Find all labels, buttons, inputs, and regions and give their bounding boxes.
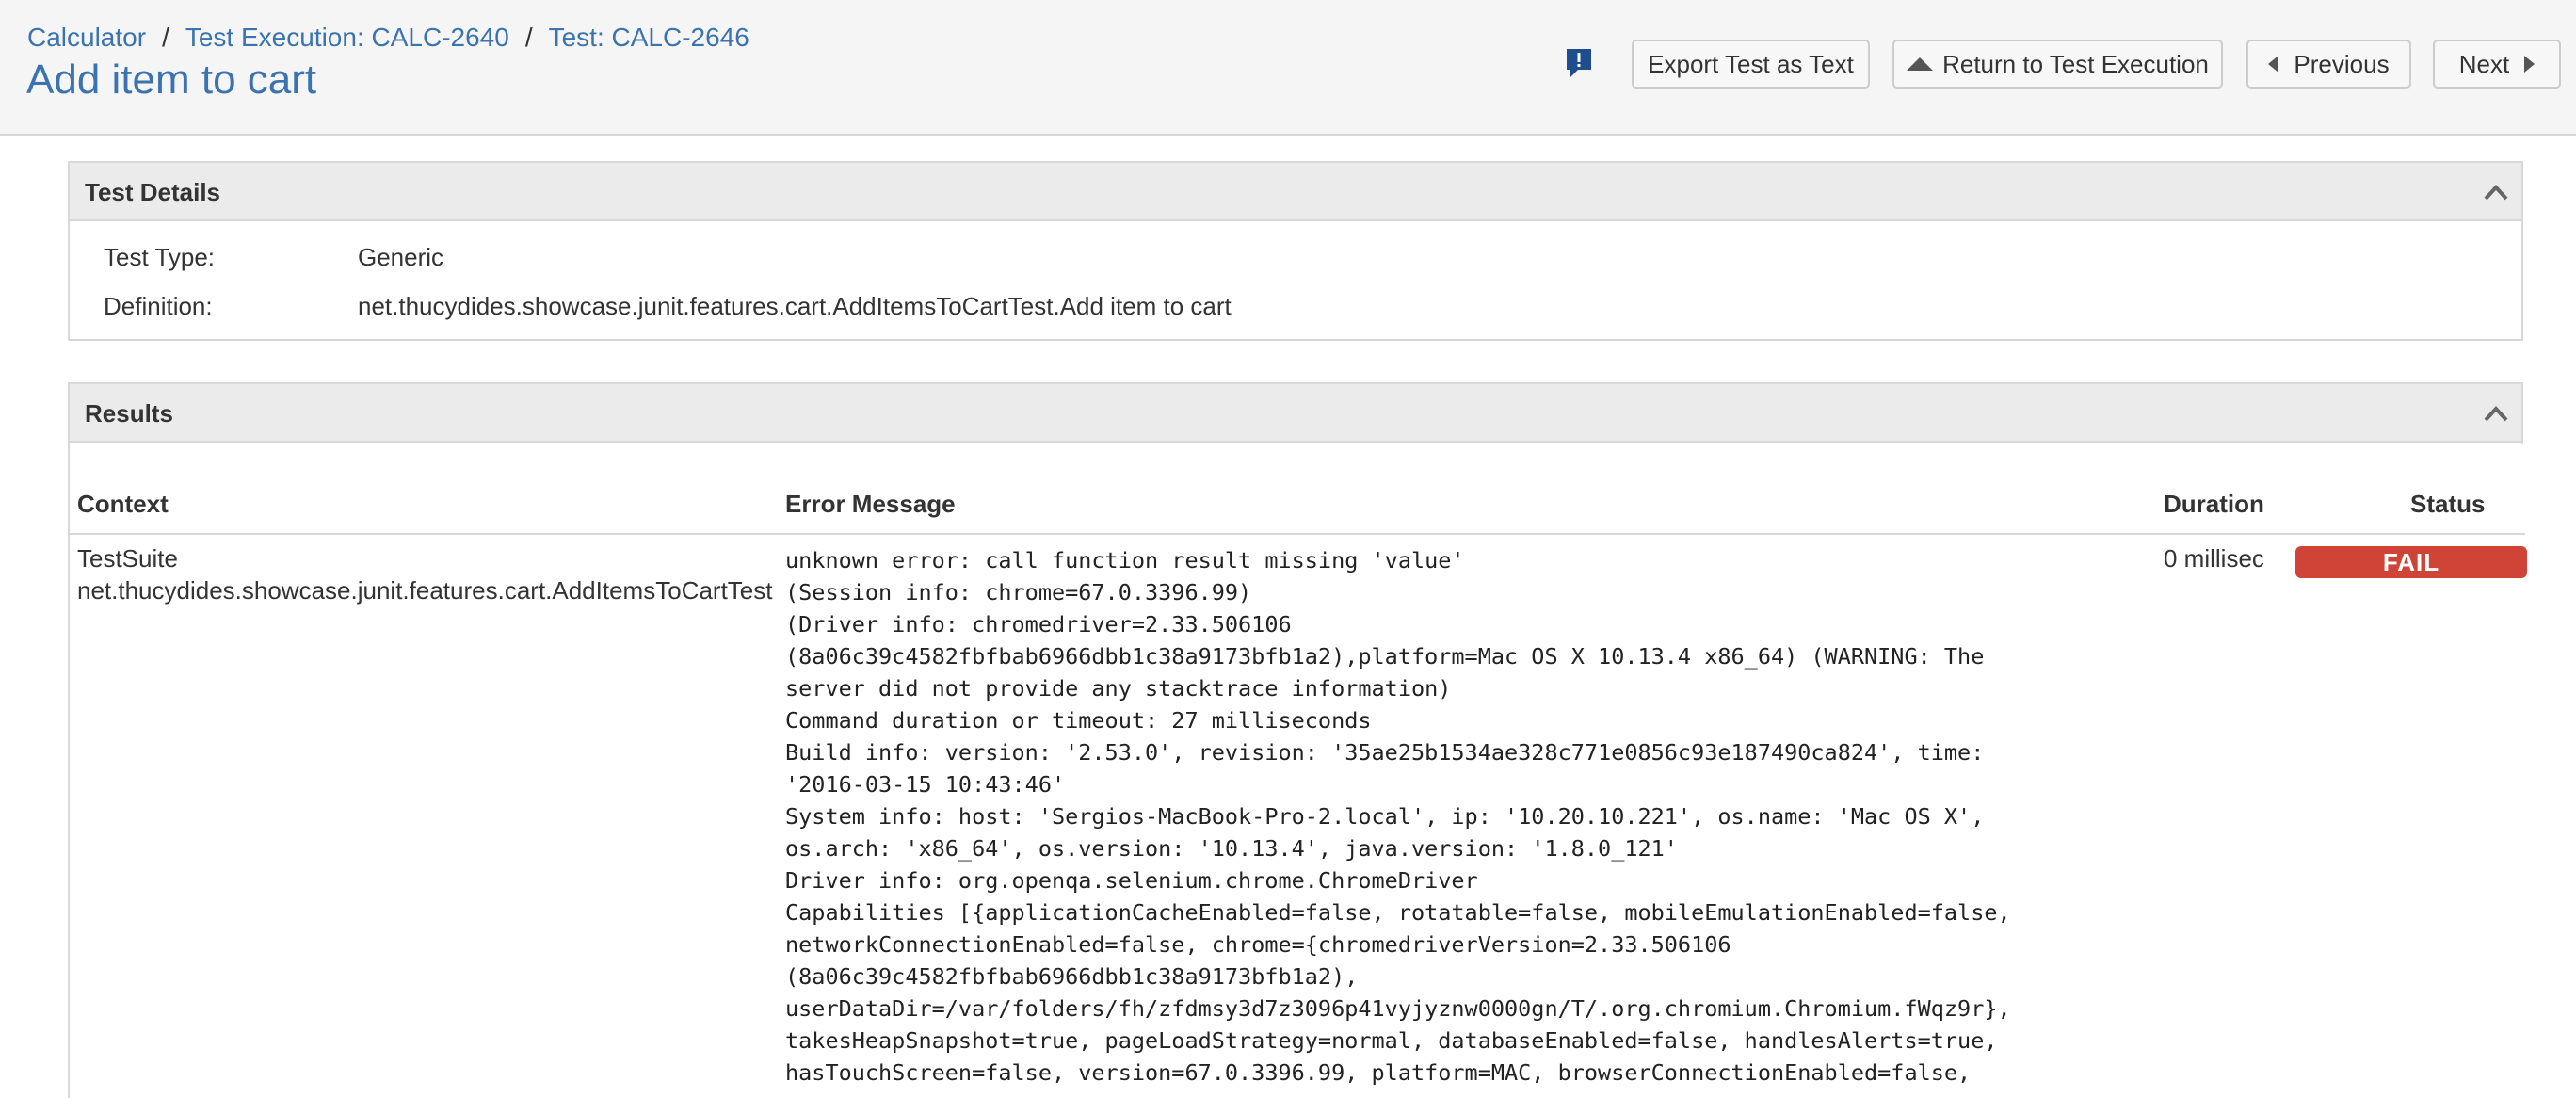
context-test-class: net.thucydides.showcase.junit.features.c… xyxy=(77,576,773,605)
test-type-value: Generic xyxy=(358,243,444,271)
table-header-divider xyxy=(68,533,2525,535)
results-panel-border xyxy=(68,443,70,1098)
feedback-icon[interactable] xyxy=(1565,47,1593,79)
test-details-panel: Test Details Test Type: Generic Definiti… xyxy=(68,161,2523,341)
breadcrumb-test-execution-link[interactable]: Test Execution: CALC-2640 xyxy=(185,23,509,52)
next-label: Next xyxy=(2458,49,2510,78)
next-button[interactable]: Next xyxy=(2433,40,2561,89)
breadcrumb-test-link[interactable]: Test: CALC-2646 xyxy=(549,23,749,52)
results-header[interactable]: Results xyxy=(70,384,2521,443)
chevron-up-icon[interactable] xyxy=(2482,182,2510,202)
status-badge: FAIL xyxy=(2295,546,2527,578)
page-title: Add item to cart xyxy=(26,57,317,103)
test-type-label: Test Type: xyxy=(104,243,216,271)
test-details-title: Test Details xyxy=(85,178,221,206)
chevron-up-icon[interactable] xyxy=(2482,403,2510,424)
return-label: Return to Test Execution xyxy=(1942,49,2209,78)
breadcrumb-project-link[interactable]: Calculator xyxy=(27,23,146,52)
breadcrumb-separator: / xyxy=(162,23,169,52)
context-type: TestSuite xyxy=(77,544,178,573)
page-header: Calculator / Test Execution: CALC-2640 / Tes… xyxy=(0,0,2576,136)
return-to-test-execution-button[interactable]: Return to Test Execution xyxy=(1892,40,2223,89)
test-details-header[interactable]: Test Details xyxy=(70,163,2521,221)
definition-label: Definition: xyxy=(104,292,213,320)
results-title: Results xyxy=(85,399,173,428)
duration-cell: 0 millisec xyxy=(2164,544,2264,573)
column-header-error-message: Error Message xyxy=(785,490,956,518)
context-cell: TestSuite net.thucydides.showcase.junit.… xyxy=(77,542,772,606)
previous-button[interactable]: Previous xyxy=(2246,40,2411,89)
up-arrow-icon xyxy=(1907,57,1934,71)
column-header-status: Status xyxy=(2410,490,2486,518)
chevron-right-icon xyxy=(2524,56,2536,73)
previous-label: Previous xyxy=(2294,49,2390,78)
export-test-label: Export Test as Text xyxy=(1648,49,1854,78)
column-header-duration: Duration xyxy=(2164,490,2264,518)
definition-value: net.thucydides.showcase.junit.features.c… xyxy=(358,292,1232,320)
breadcrumb-separator: / xyxy=(524,23,533,52)
column-header-context: Context xyxy=(77,490,169,518)
error-message-cell: unknown error: call function result miss… xyxy=(785,547,2011,1086)
export-test-button[interactable]: Export Test as Text xyxy=(1632,40,1870,89)
breadcrumb: Calculator / Test Execution: CALC-2640 / Tes… xyxy=(27,23,749,53)
results-panel: Results xyxy=(68,382,2523,444)
chevron-left-icon xyxy=(2268,56,2279,73)
